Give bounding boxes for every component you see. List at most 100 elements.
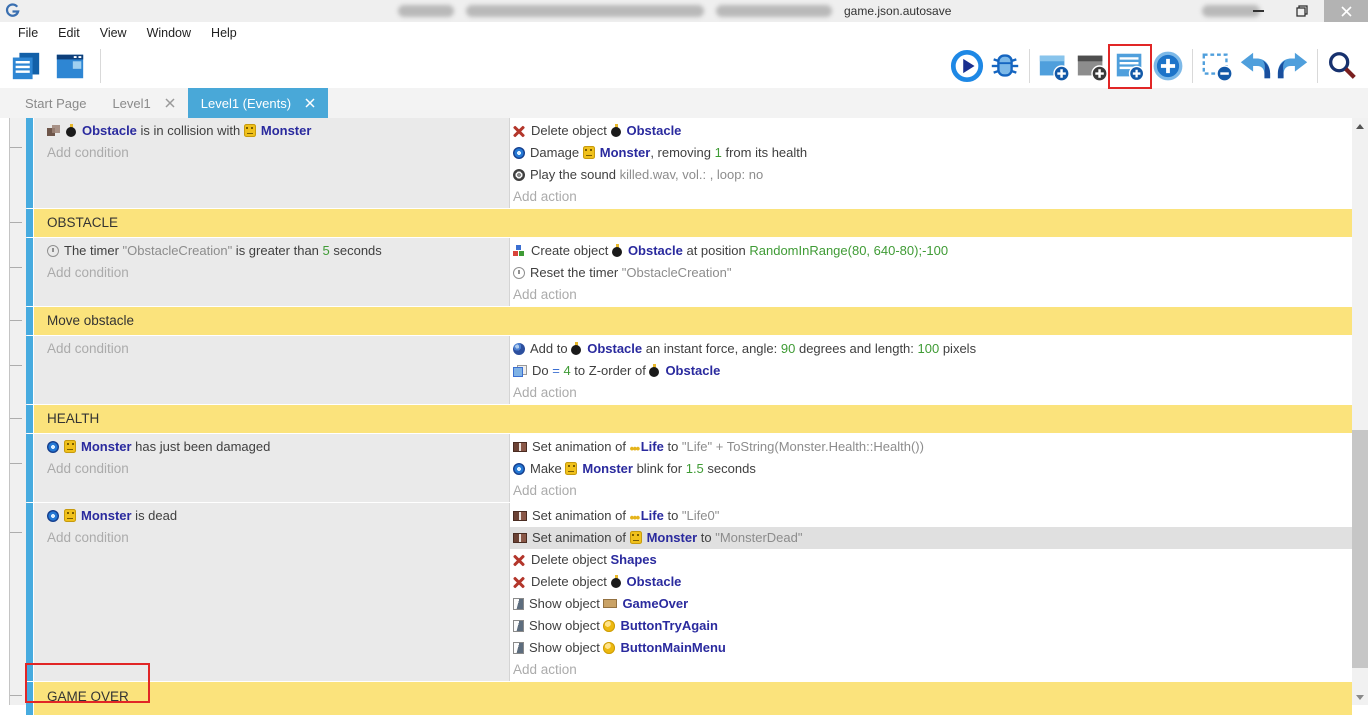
- action-line[interactable]: Add to Obstacle an instant force, angle:…: [510, 338, 1352, 360]
- minimize-button[interactable]: [1236, 0, 1280, 22]
- bomb-icon: [571, 342, 582, 355]
- comment-row[interactable]: Move obstacle: [34, 307, 1352, 335]
- condition-line[interactable]: Monster is dead: [34, 505, 509, 527]
- add-external-events-button[interactable]: [1074, 48, 1110, 84]
- redo-button[interactable]: [1275, 48, 1311, 84]
- text-segment: Monster: [81, 508, 132, 523]
- action-line[interactable]: Set animation of Life to "Life" + ToStri…: [510, 436, 1352, 458]
- add-condition-button[interactable]: Add condition: [34, 458, 509, 480]
- text-segment: Obstacle: [665, 363, 720, 378]
- annotation-red-box-toolbar: [1108, 44, 1152, 89]
- restore-button[interactable]: [1280, 0, 1324, 22]
- comment-text: HEALTH: [34, 411, 99, 426]
- deselect-icon: [1200, 49, 1234, 83]
- scroll-up-button[interactable]: [1352, 118, 1368, 134]
- action-line[interactable]: Delete object Shapes: [510, 549, 1352, 571]
- add-action-button[interactable]: Add action: [510, 186, 1352, 208]
- actions-column: Delete object ObstacleDamage Monster, re…: [510, 118, 1352, 208]
- event-selection-bar[interactable]: [26, 503, 33, 681]
- preview-play-button[interactable]: [949, 48, 985, 84]
- action-line[interactable]: Set animation of Life to "Life0": [510, 505, 1352, 527]
- text-segment: from its health: [722, 145, 807, 160]
- add-action-button[interactable]: Add action: [510, 382, 1352, 404]
- action-line[interactable]: Do = 4 to Z-order of Obstacle: [510, 360, 1352, 382]
- text-segment: seconds: [330, 243, 382, 258]
- add-condition-button[interactable]: Add condition: [34, 262, 509, 284]
- menu-window[interactable]: Window: [137, 26, 201, 40]
- event-selection-bar[interactable]: [26, 307, 33, 335]
- event-row: Monster has just been damagedAdd conditi…: [34, 434, 1352, 502]
- add-condition-button[interactable]: Add condition: [34, 338, 509, 360]
- conditions-column: Add condition: [34, 336, 510, 404]
- add-action-button[interactable]: Add action: [510, 659, 1352, 681]
- menu-edit[interactable]: Edit: [48, 26, 90, 40]
- gutter-tick: [10, 320, 22, 321]
- add-condition-button[interactable]: Add condition: [34, 527, 509, 549]
- add-scene-button[interactable]: [1036, 48, 1072, 84]
- action-line[interactable]: Show object GameOver: [510, 593, 1352, 615]
- action-line[interactable]: Create object Obstacle at position Rando…: [510, 240, 1352, 262]
- event-selection-bar[interactable]: [26, 209, 33, 237]
- add-events-sheet-button[interactable]: [1112, 48, 1148, 84]
- action-line[interactable]: Delete object Obstacle: [510, 571, 1352, 593]
- menu-file[interactable]: File: [8, 26, 48, 40]
- condition-line[interactable]: Monster has just been damaged: [34, 436, 509, 458]
- tab-level1[interactable]: Level1: [99, 88, 187, 118]
- event-selection-bar[interactable]: [26, 405, 33, 433]
- event-selection-bar[interactable]: [26, 238, 33, 306]
- monster-icon: [64, 509, 76, 522]
- text-segment: "ObstacleCreation": [123, 243, 233, 258]
- comment-row[interactable]: OBSTACLE: [34, 209, 1352, 237]
- text-segment: RandomInRange(80, 640-80);-100: [749, 243, 948, 258]
- redacted-title-blob: [398, 5, 454, 17]
- tab-close-icon[interactable]: [305, 98, 315, 108]
- add-object-button[interactable]: [1150, 48, 1186, 84]
- scroll-down-button[interactable]: [1352, 689, 1368, 705]
- action-line[interactable]: Reset the timer "ObstacleCreation": [510, 262, 1352, 284]
- arrow-down-icon: [1356, 695, 1364, 700]
- undo-button[interactable]: [1237, 48, 1273, 84]
- event-selection-bar[interactable]: [26, 118, 33, 208]
- deselect-button[interactable]: [1199, 48, 1235, 84]
- comment-row[interactable]: HEALTH: [34, 405, 1352, 433]
- force-icon: [513, 343, 525, 355]
- action-line[interactable]: Damage Monster, removing 1 from its heal…: [510, 142, 1352, 164]
- action-line[interactable]: Set animation of Monster to "MonsterDead…: [510, 527, 1352, 549]
- window-controls: [1236, 0, 1368, 22]
- scene-editor-button[interactable]: [52, 48, 88, 84]
- timer-icon: [513, 267, 525, 279]
- action-line[interactable]: Show object ButtonMainMenu: [510, 637, 1352, 659]
- show-icon: [513, 598, 524, 610]
- event-selection-bar[interactable]: [26, 434, 33, 502]
- text-segment: to: [664, 508, 682, 523]
- condition-line[interactable]: Obstacle is in collision with Monster: [34, 120, 509, 142]
- tab-start-page[interactable]: Start Page: [12, 88, 99, 118]
- action-line[interactable]: Show object ButtonTryAgain: [510, 615, 1352, 637]
- action-line[interactable]: Make Monster blink for 1.5 seconds: [510, 458, 1352, 480]
- event-selection-bar[interactable]: [26, 336, 33, 404]
- project-manager-button[interactable]: [8, 48, 44, 84]
- action-line[interactable]: Play the sound killed.wav, vol.: , loop:…: [510, 164, 1352, 186]
- comment-row[interactable]: GAME OVER: [34, 682, 1352, 715]
- add-condition-button[interactable]: Add condition: [34, 142, 509, 164]
- vertical-scrollbar[interactable]: [1352, 118, 1368, 705]
- gdevelop-logo-icon: [5, 3, 20, 23]
- tab-close-icon[interactable]: [165, 98, 175, 108]
- menu-view[interactable]: View: [90, 26, 137, 40]
- debugger-button[interactable]: [987, 48, 1023, 84]
- tab-level1-events[interactable]: Level1 (Events): [188, 88, 328, 118]
- close-button[interactable]: [1324, 0, 1368, 22]
- bomb-icon: [611, 124, 622, 137]
- menu-help[interactable]: Help: [201, 26, 247, 40]
- scrollbar-thumb[interactable]: [1352, 430, 1368, 668]
- add-action-button[interactable]: Add action: [510, 480, 1352, 502]
- delete-icon: [513, 554, 526, 566]
- add-action-button[interactable]: Add action: [510, 284, 1352, 306]
- text-segment: =: [552, 363, 563, 378]
- action-line[interactable]: Delete object Obstacle: [510, 120, 1352, 142]
- text-segment: Damage: [530, 145, 583, 160]
- text-segment: seconds: [704, 461, 756, 476]
- condition-line[interactable]: The timer "ObstacleCreation" is greater …: [34, 240, 509, 262]
- search-button[interactable]: [1324, 48, 1360, 84]
- delete-icon: [513, 576, 526, 588]
